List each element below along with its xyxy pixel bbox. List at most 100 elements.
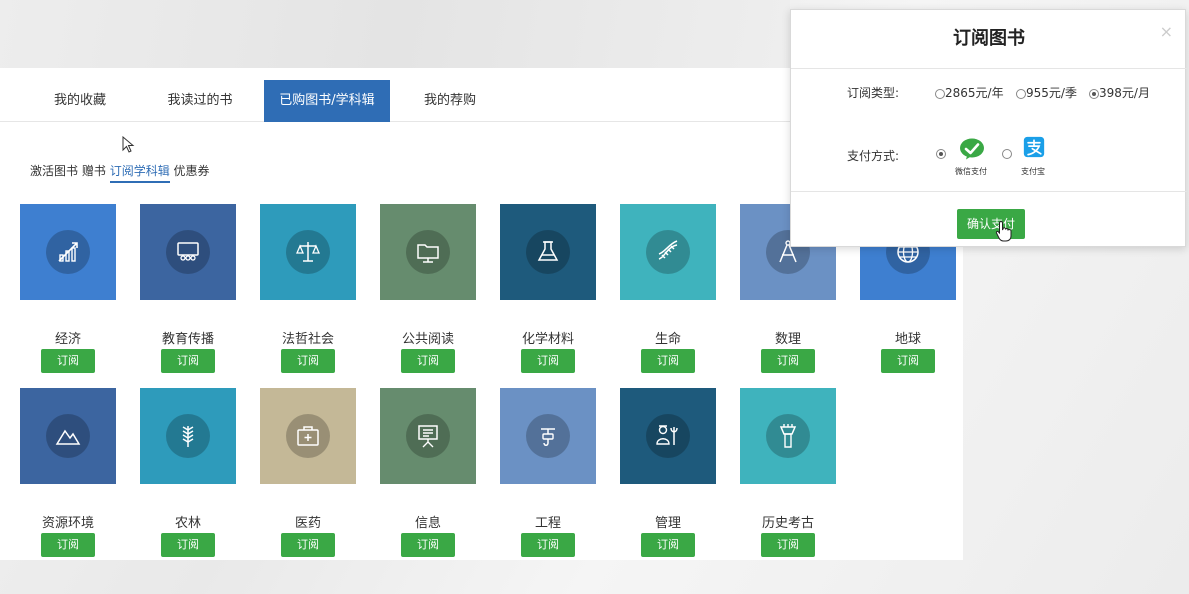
category-card: 农林 订阅 <box>140 388 236 557</box>
modal-title: 订阅图书 <box>953 28 1025 49</box>
category-name: 公共阅读 <box>401 332 454 347</box>
option-yearly[interactable]: 2865元/年 <box>935 84 1004 101</box>
category-tile[interactable] <box>620 388 716 484</box>
page-backdrop <box>0 0 790 68</box>
category-card: 化学材料 订阅 <box>500 204 596 373</box>
category-card: 资源环境 订阅 <box>20 388 116 557</box>
category-name: 资源环境 <box>41 516 94 531</box>
bar-chart-icon <box>46 230 90 274</box>
option-monthly[interactable]: 398元/月 <box>1089 84 1150 101</box>
category-card: 信息 订阅 <box>380 388 476 557</box>
category-tile[interactable] <box>500 388 596 484</box>
alipay-icon[interactable] <box>1021 136 1047 158</box>
wheat-icon <box>166 414 210 458</box>
category-name: 经济 <box>54 332 81 347</box>
close-icon[interactable]: × <box>1160 22 1173 41</box>
confirm-payment-button[interactable]: 确认支付 <box>957 209 1025 239</box>
category-name: 管理 <box>654 516 681 531</box>
category-tile[interactable] <box>740 388 836 484</box>
category-name: 工程 <box>534 516 561 531</box>
dna-icon <box>646 230 690 274</box>
category-card: 医药 订阅 <box>260 388 356 557</box>
option-quarterly[interactable]: 955元/季 <box>1016 84 1077 101</box>
lab-flask-icon <box>526 230 570 274</box>
subscribe-button[interactable]: 订阅 <box>281 349 335 373</box>
tab-favorites[interactable]: 我的收藏 <box>30 80 130 122</box>
subscribe-button[interactable]: 订阅 <box>761 349 815 373</box>
subscribe-button[interactable]: 订阅 <box>881 349 935 373</box>
category-tile[interactable] <box>20 388 116 484</box>
crane-hook-icon <box>526 414 570 458</box>
category-card: 工程 订阅 <box>500 388 596 557</box>
category-tile[interactable] <box>620 204 716 300</box>
category-card: 经济 订阅 <box>20 204 116 373</box>
torch-icon <box>766 414 810 458</box>
category-name: 数理 <box>774 332 801 347</box>
mountain-icon <box>46 414 90 458</box>
category-card: 公共阅读 订阅 <box>380 204 476 373</box>
alipay-label: 支付宝 <box>1021 167 1045 176</box>
category-card: 生命 订阅 <box>620 204 716 373</box>
payment-method-label: 支付方式: <box>847 149 900 163</box>
wechat-pay-icon[interactable] <box>959 138 985 160</box>
subscribe-type-label: 订阅类型: <box>847 86 900 100</box>
category-name: 生命 <box>654 332 681 347</box>
category-name: 地球 <box>894 332 921 347</box>
subscribe-button[interactable]: 订阅 <box>161 533 215 557</box>
category-name: 教育传播 <box>161 332 214 347</box>
medical-kit-icon <box>286 414 330 458</box>
manager-tools-icon <box>646 414 690 458</box>
category-name: 历史考古 <box>761 516 814 531</box>
subtab-coupon[interactable]: 优惠券 <box>174 164 210 178</box>
tab-recommend[interactable]: 我的荐购 <box>405 80 495 122</box>
scales-icon <box>286 230 330 274</box>
category-card: 教育传播 订阅 <box>140 204 236 373</box>
presentation-icon <box>406 414 450 458</box>
divider <box>791 68 1187 69</box>
subscribe-button[interactable]: 订阅 <box>161 349 215 373</box>
category-card: 历史考古 订阅 <box>740 388 836 557</box>
wechat-pay-label: 微信支付 <box>955 167 987 176</box>
subscribe-button[interactable]: 订阅 <box>401 533 455 557</box>
radio-checked-icon[interactable] <box>936 149 946 159</box>
subtab-activate[interactable]: 激活图书 <box>30 164 78 178</box>
category-name: 信息 <box>414 516 441 531</box>
category-tile[interactable] <box>260 204 356 300</box>
category-tile[interactable] <box>140 204 236 300</box>
category-card: 法哲社会 订阅 <box>260 204 356 373</box>
category-name: 法哲社会 <box>281 332 334 347</box>
mouse-cursor-icon <box>122 136 135 153</box>
category-name: 农林 <box>174 516 201 531</box>
sub-tabs: 激活图书 赠书 订阅学科辑 优惠券 <box>30 162 210 183</box>
radio-checked-icon[interactable] <box>1089 88 1099 99</box>
subscribe-modal: 订阅图书 × 订阅类型: 2865元/年 955元/季 398元/月 支付方式:… <box>790 9 1187 247</box>
subscribe-button[interactable]: 订阅 <box>401 349 455 373</box>
category-tile[interactable] <box>140 388 236 484</box>
subscribe-button[interactable]: 订阅 <box>41 349 95 373</box>
subscribe-button[interactable]: 订阅 <box>641 533 695 557</box>
category-tile[interactable] <box>20 204 116 300</box>
tab-purchased[interactable]: 已购图书/学科辑 <box>264 80 390 122</box>
category-tile[interactable] <box>260 388 356 484</box>
subscribe-button[interactable]: 订阅 <box>641 349 695 373</box>
category-card: 管理 订阅 <box>620 388 716 557</box>
hand-cursor-icon <box>995 220 1012 242</box>
category-tile[interactable] <box>380 388 476 484</box>
category-name: 医药 <box>294 516 321 531</box>
category-name: 化学材料 <box>521 332 574 347</box>
tab-read-books[interactable]: 我读过的书 <box>145 80 255 122</box>
subscribe-button[interactable]: 订阅 <box>521 533 575 557</box>
subscribe-button[interactable]: 订阅 <box>281 533 335 557</box>
category-tile[interactable] <box>380 204 476 300</box>
subtab-gift[interactable]: 赠书 <box>82 164 106 178</box>
subtab-subscribe[interactable]: 订阅学科辑 <box>109 164 170 183</box>
subscribe-button[interactable]: 订阅 <box>41 533 95 557</box>
subscribe-button[interactable]: 订阅 <box>761 533 815 557</box>
radio-icon[interactable] <box>1002 149 1012 159</box>
radio-icon[interactable] <box>1016 88 1026 99</box>
subscribe-button[interactable]: 订阅 <box>521 349 575 373</box>
divider <box>791 191 1187 192</box>
folder-screen-icon <box>406 230 450 274</box>
category-tile[interactable] <box>500 204 596 300</box>
radio-icon[interactable] <box>935 88 945 99</box>
